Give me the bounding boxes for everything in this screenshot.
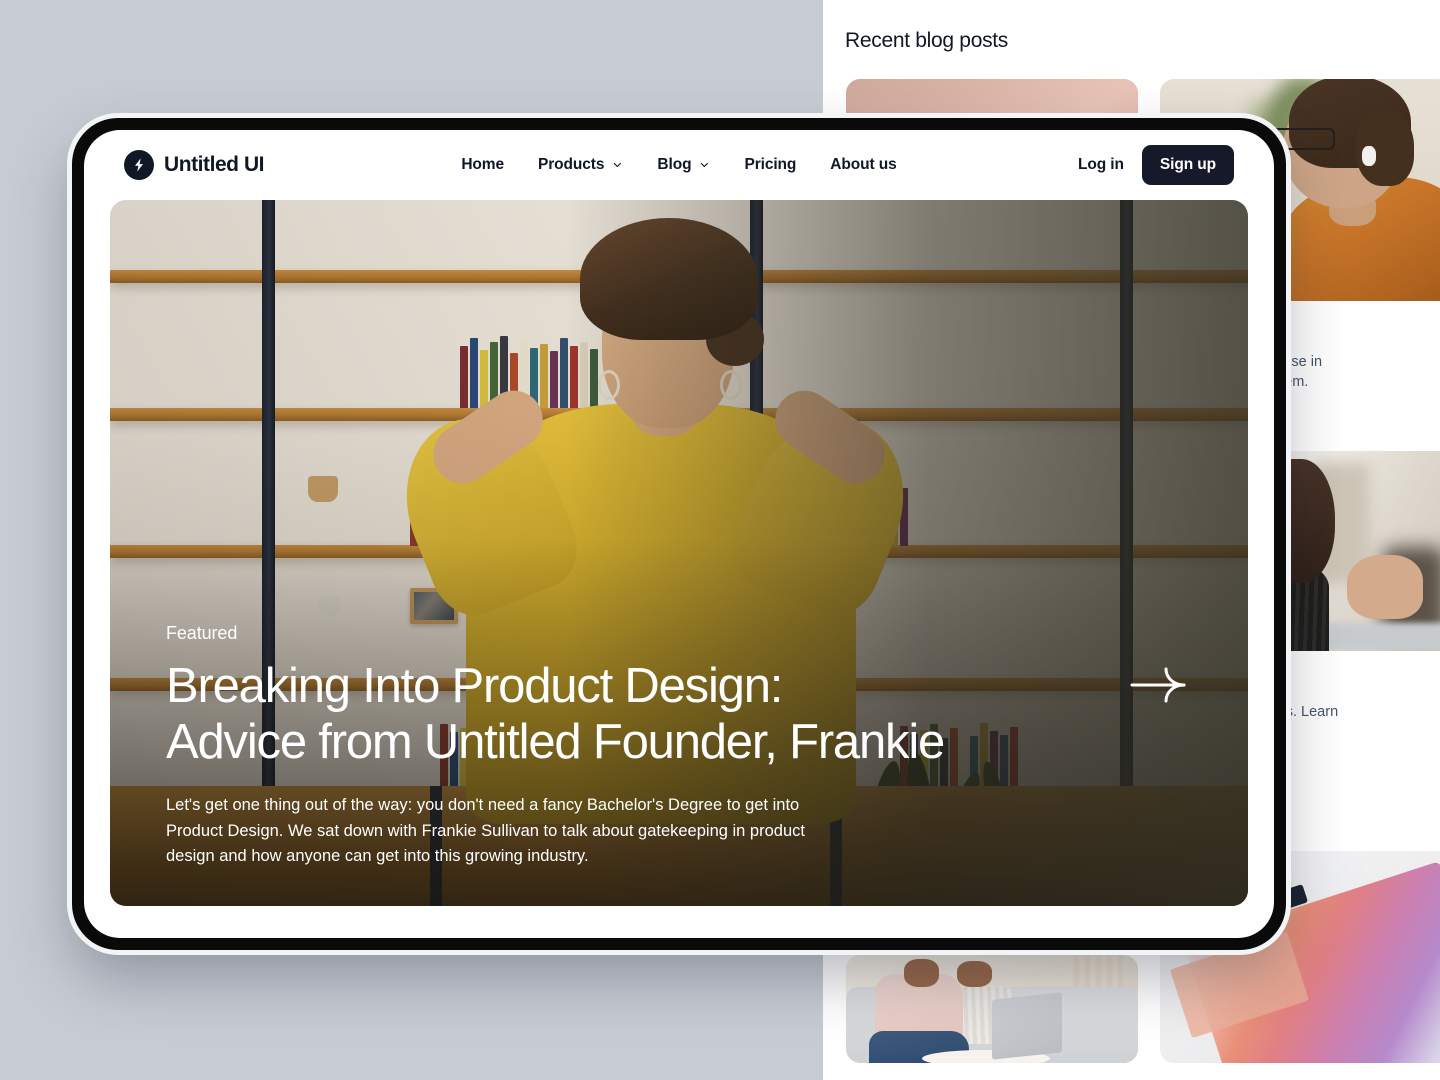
featured-label: Featured xyxy=(166,622,238,643)
blog-card-couch-image xyxy=(846,955,1138,1063)
nav-item-home[interactable]: Home xyxy=(461,156,504,174)
photo-person-on-couch xyxy=(846,955,1138,1063)
tablet-screen: Untitled UI Home Products Blog Pricing A… xyxy=(84,130,1274,938)
hero-title-line-2: Advice from Untitled Founder, Frankie xyxy=(166,715,945,770)
hero-description: Let's get one thing out of the way: you … xyxy=(166,796,805,866)
login-link[interactable]: Log in xyxy=(1078,156,1124,174)
blog-card-couch[interactable] xyxy=(846,955,1138,1063)
nav-item-about-us[interactable]: About us xyxy=(830,156,896,174)
nav-item-pricing-label: Pricing xyxy=(744,156,797,173)
main-navigation: Home Products Blog Pricing About us xyxy=(461,156,896,174)
nav-item-blog[interactable]: Blog xyxy=(657,156,710,174)
header-actions: Log in Sign up xyxy=(1078,145,1234,185)
hero-title: Breaking Into Product Design: Advice fro… xyxy=(166,658,1048,772)
signup-button[interactable]: Sign up xyxy=(1141,145,1234,185)
hero-title-line-1: Breaking Into Product Design: xyxy=(166,658,783,713)
site-header: Untitled UI Home Products Blog Pricing A… xyxy=(84,130,1274,200)
nav-item-home-label: Home xyxy=(461,156,505,173)
recent-blog-posts-heading: Recent blog posts xyxy=(845,29,1009,52)
arrow-right-icon[interactable] xyxy=(1128,664,1190,706)
featured-post-hero[interactable]: Featured Breaking Into Product Design: A… xyxy=(110,200,1248,906)
chevron-down-icon xyxy=(613,162,622,168)
hero-content: Featured Breaking Into Product Design: A… xyxy=(166,623,1048,870)
nav-item-products-label: Products xyxy=(538,156,605,173)
nav-item-products[interactable]: Products xyxy=(538,156,623,174)
brand-logo[interactable]: Untitled UI xyxy=(124,150,264,180)
tablet-device-frame: Untitled UI Home Products Blog Pricing A… xyxy=(72,118,1286,950)
brand-name: Untitled UI xyxy=(164,153,265,176)
nav-item-pricing[interactable]: Pricing xyxy=(744,156,796,174)
nav-item-blog-label: Blog xyxy=(657,156,692,173)
screenshot-canvas: Recent blog posts rise in them. Learn Un… xyxy=(0,0,1440,1080)
lightning-bolt-icon xyxy=(124,150,154,180)
chevron-down-icon xyxy=(700,162,709,168)
nav-item-about-us-label: About us xyxy=(830,156,897,173)
